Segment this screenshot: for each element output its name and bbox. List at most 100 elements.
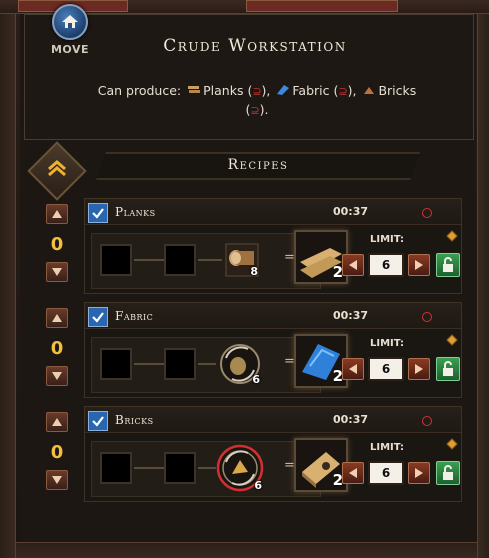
fabric-warning-icon: ⊇ xyxy=(338,85,348,98)
queue-decrease-button[interactable] xyxy=(46,262,68,282)
left-rail xyxy=(0,14,16,558)
arrow-down-icon xyxy=(52,268,62,276)
produce-item-planks: Planks xyxy=(203,83,244,98)
arrow-down-icon xyxy=(52,476,62,484)
queue-controls: 0 xyxy=(46,204,68,294)
limit-lock-button[interactable] xyxy=(436,461,460,485)
limit-label: LIMIT: xyxy=(370,234,405,245)
arrow-left-icon xyxy=(349,260,357,270)
chevron-up-icon xyxy=(43,155,71,183)
checkmark-icon xyxy=(92,416,104,427)
bricks-icon xyxy=(364,87,375,94)
recipe-enabled-checkbox[interactable] xyxy=(88,203,108,223)
produce-line: Can produce: Planks (⊇), Fabric (⊇), Bri… xyxy=(97,83,417,117)
queue-count: 0 xyxy=(50,234,64,255)
empty-slot[interactable] xyxy=(164,244,196,276)
output-bricks[interactable]: 2 xyxy=(294,438,348,492)
empty-slot[interactable] xyxy=(100,244,132,276)
limit-increase-button[interactable] xyxy=(408,254,430,276)
arrow-left-icon xyxy=(349,468,357,478)
limit-value[interactable]: 6 xyxy=(368,253,404,277)
checkmark-icon xyxy=(92,312,104,323)
queue-decrease-button[interactable] xyxy=(46,470,68,490)
queue-controls: 0 xyxy=(46,308,68,398)
arrow-down-icon xyxy=(52,372,62,380)
recipe-time: 00:37 xyxy=(333,205,369,218)
queue-count: 0 xyxy=(50,338,64,359)
recipe-header: Fabric 00:37 xyxy=(85,303,461,329)
recipe-row-fabric: 0 Fabric 00:37 6 = 2 LIMIT: 6 xyxy=(36,302,466,398)
timer-warning-icon xyxy=(422,312,432,322)
timer-warning-icon xyxy=(422,416,432,426)
arrow-up-icon xyxy=(52,418,62,426)
empty-slot[interactable] xyxy=(164,348,196,380)
fabric-icon xyxy=(277,85,290,95)
recipe-enabled-checkbox[interactable] xyxy=(88,411,108,431)
recipe-row-bricks: 0 Bricks 00:37 6 = 2 LIMIT: 6 xyxy=(36,406,466,502)
queue-count: 0 xyxy=(50,442,64,463)
timer-warning-icon xyxy=(422,208,432,218)
empty-slot[interactable] xyxy=(100,452,132,484)
header-box xyxy=(24,14,474,140)
checkmark-icon xyxy=(92,208,104,219)
limit-increase-button[interactable] xyxy=(408,358,430,380)
ingredient-count: 6 xyxy=(254,479,262,492)
limit-decrease-button[interactable] xyxy=(342,254,364,276)
recipe-name: Planks xyxy=(115,205,156,219)
fiber-ingredient[interactable]: 6 xyxy=(218,342,262,386)
arrow-right-icon xyxy=(415,364,423,374)
logs-ingredient[interactable]: 8 xyxy=(224,242,260,278)
recipe-header: Planks 00:37 xyxy=(85,199,461,225)
limit-label: LIMIT: xyxy=(370,442,405,453)
recipe-name: Fabric xyxy=(115,309,154,323)
limit-decrease-button[interactable] xyxy=(342,358,364,380)
unlocked-icon xyxy=(443,257,453,272)
move-icon xyxy=(62,15,78,28)
queue-increase-button[interactable] xyxy=(46,204,68,224)
empty-slot[interactable] xyxy=(164,452,196,484)
recipe-time: 00:37 xyxy=(333,309,369,322)
move-button[interactable] xyxy=(52,4,88,40)
planks-warning-icon: ⊇ xyxy=(252,85,262,98)
window-title: Crude Workstation xyxy=(163,36,347,56)
arrow-up-icon xyxy=(52,314,62,322)
queue-increase-button[interactable] xyxy=(46,308,68,328)
arrow-right-icon xyxy=(415,468,423,478)
limit-value[interactable]: 6 xyxy=(368,357,404,381)
recipe-name: Bricks xyxy=(115,413,154,427)
output-fabric[interactable]: 2 xyxy=(294,334,348,388)
ingredient-count: 8 xyxy=(250,265,258,278)
recipe-card: Planks 00:37 8 xyxy=(84,198,462,294)
unlocked-icon xyxy=(443,465,453,480)
ingredient-count: 6 xyxy=(252,373,260,386)
recipes-title: Recipes xyxy=(227,157,289,173)
unlocked-icon xyxy=(443,361,453,376)
clay-ingredient[interactable]: 6 xyxy=(216,444,264,492)
arrow-right-icon xyxy=(415,260,423,270)
recipe-time: 00:37 xyxy=(333,413,369,426)
limit-lock-button[interactable] xyxy=(436,357,460,381)
queue-decrease-button[interactable] xyxy=(46,366,68,386)
queue-controls: 0 xyxy=(46,412,68,502)
planks-icon xyxy=(188,86,201,93)
empty-slot[interactable] xyxy=(100,348,132,380)
limit-decrease-button[interactable] xyxy=(342,462,364,484)
limit-lock-button[interactable] xyxy=(436,253,460,277)
right-rail xyxy=(477,14,489,558)
move-label: MOVE xyxy=(50,43,90,56)
limit-label: LIMIT: xyxy=(370,338,405,349)
recipe-card: Bricks 00:37 6 xyxy=(84,406,462,502)
produce-prefix: Can produce: xyxy=(97,83,182,98)
output-planks[interactable]: 2 xyxy=(294,230,348,284)
queue-increase-button[interactable] xyxy=(46,412,68,432)
limit-increase-button[interactable] xyxy=(408,462,430,484)
bricks-warning-icon: ⊇ xyxy=(250,104,260,117)
limit-value[interactable]: 6 xyxy=(368,461,404,485)
produce-item-fabric: Fabric xyxy=(292,83,330,98)
arrow-up-icon xyxy=(52,210,62,218)
top-tab-right xyxy=(246,0,398,12)
arrow-left-icon xyxy=(349,364,357,374)
produce-item-bricks: Bricks xyxy=(378,83,417,98)
recipe-enabled-checkbox[interactable] xyxy=(88,307,108,327)
recipe-card: Fabric 00:37 6 xyxy=(84,302,462,398)
